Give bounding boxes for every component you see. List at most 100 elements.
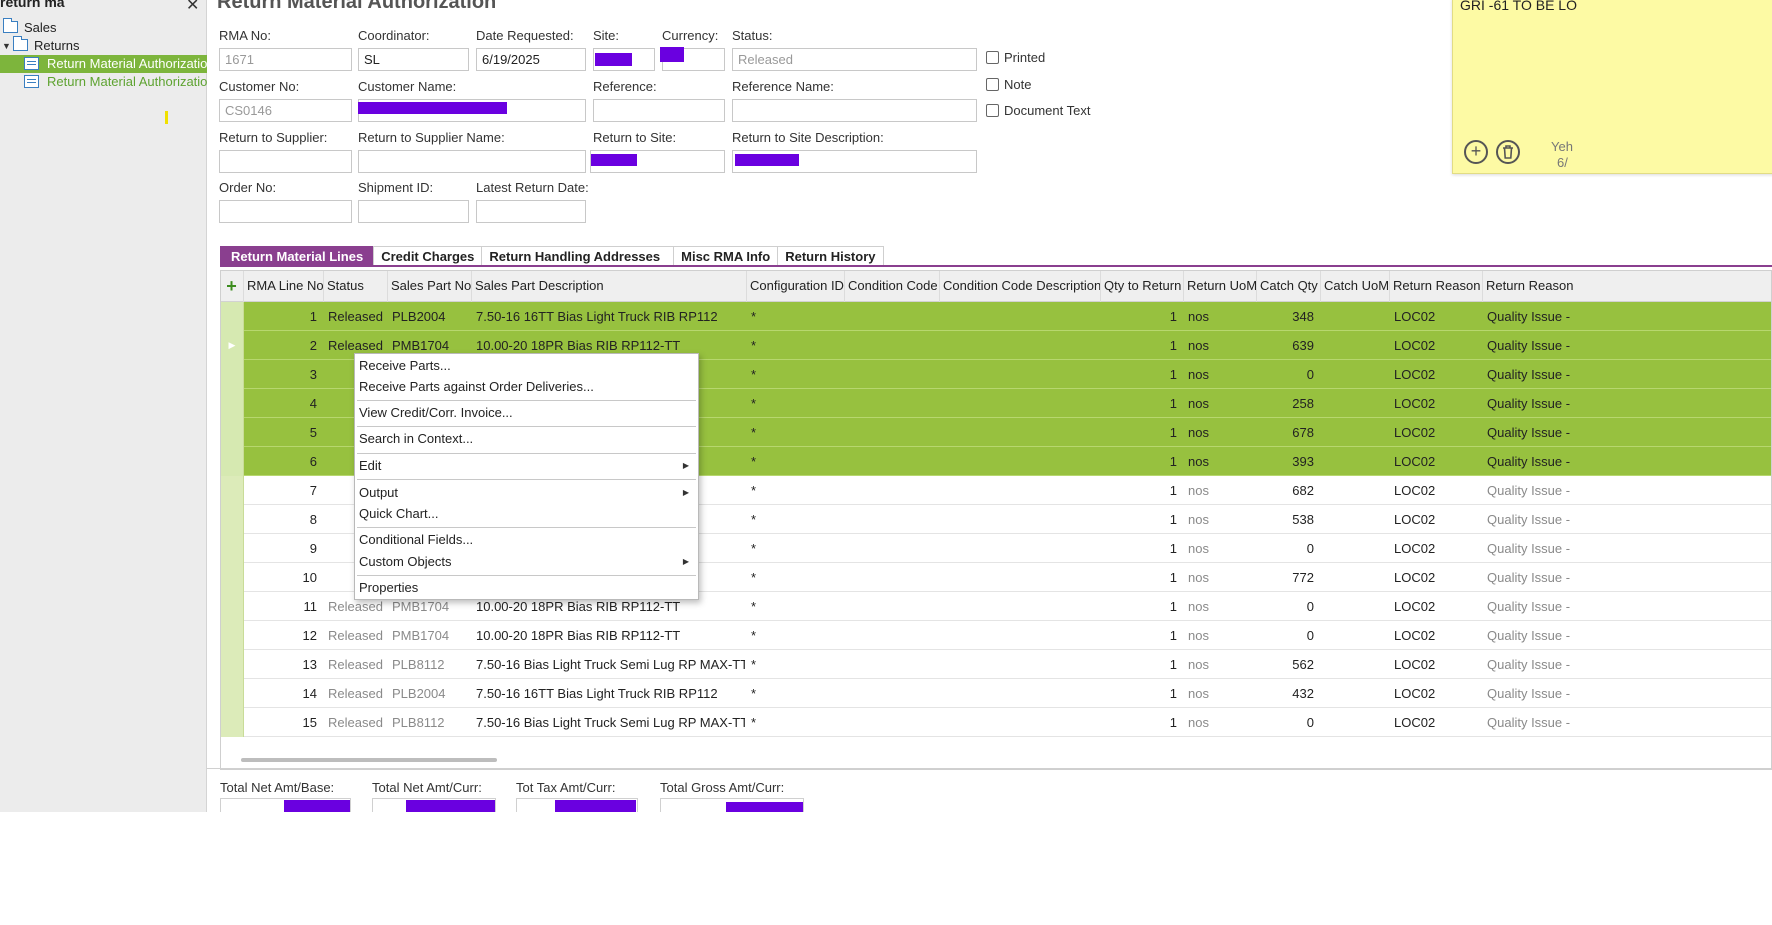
cell-qty-to-return: 1 xyxy=(1169,512,1177,527)
rma-no-field[interactable]: 1671 xyxy=(219,48,352,71)
reference-name-field[interactable] xyxy=(732,99,977,122)
menu-item-receive-parts[interactable]: Receive Parts... xyxy=(355,356,698,376)
tab-return-history[interactable]: Return History xyxy=(777,246,884,266)
cell-return-uom: nos xyxy=(1188,309,1209,324)
row-selector[interactable] xyxy=(221,708,244,737)
table-row[interactable]: 12 Released PMB1704 10.00-20 18PR Bias RIB … xyxy=(221,621,1771,650)
column-header-status[interactable]: Status xyxy=(324,271,388,302)
cell-configuration-id: * xyxy=(751,396,757,411)
menu-item-output[interactable]: Output ▶ xyxy=(355,483,698,503)
row-selector[interactable] xyxy=(221,650,244,679)
cell-rma-line-no: 7 xyxy=(309,483,317,498)
table-row[interactable]: 13 Released PLB8112 7.50-16 Bias Light Truc… xyxy=(221,650,1771,679)
tree-item-sales[interactable]: Sales xyxy=(3,18,57,37)
window-bottom-area xyxy=(0,812,1772,925)
row-selector[interactable] xyxy=(221,679,244,708)
table-row[interactable]: 1 Released PLB2004 7.50-16 16TT Bias Light … xyxy=(221,302,1771,331)
column-header-condition-code-description[interactable]: Condition Code Description xyxy=(940,271,1101,302)
cell-configuration-id: * xyxy=(751,454,757,469)
column-header-return-reason[interactable]: Return Reason xyxy=(1390,271,1483,302)
row-selector[interactable] xyxy=(221,389,244,418)
tree-item-rma-selected[interactable]: Return Material Authorization xyxy=(0,55,207,73)
menu-item-receive-parts-against-order-deliveries[interactable]: Receive Parts against Order Deliveries..… xyxy=(355,377,698,397)
delete-note-icon[interactable] xyxy=(1496,140,1520,164)
redaction-mark xyxy=(735,154,799,166)
horizontal-scrollbar[interactable] xyxy=(241,758,497,762)
add-note-icon[interactable]: + xyxy=(1464,140,1488,164)
row-selector[interactable] xyxy=(221,447,244,476)
column-header-return-uom[interactable]: Return UoM xyxy=(1184,271,1257,302)
column-header-qty-to-return[interactable]: Qty to Return xyxy=(1101,271,1184,302)
cell-return-uom: nos xyxy=(1188,570,1209,585)
caret-down-icon[interactable]: ▼ xyxy=(2,37,11,55)
menu-item-conditional-fields[interactable]: Conditional Fields... xyxy=(355,530,698,550)
column-header-configuration-id[interactable]: Configuration ID xyxy=(747,271,845,302)
printed-checkbox[interactable] xyxy=(986,51,999,64)
column-header-rma-line-no[interactable]: RMA Line No xyxy=(244,271,324,302)
menu-item-quick-chart[interactable]: Quick Chart... xyxy=(355,504,698,524)
cell-return-uom: nos xyxy=(1188,483,1209,498)
document-text-checkbox[interactable] xyxy=(986,104,999,117)
row-selector[interactable] xyxy=(221,476,244,505)
tab-credit-charges[interactable]: Credit Charges xyxy=(373,246,483,266)
row-selector[interactable] xyxy=(221,302,244,331)
column-header-catch-qty[interactable]: Catch Qty xyxy=(1257,271,1321,302)
menu-item-edit[interactable]: Edit ▶ xyxy=(355,456,698,476)
header-gutter: + xyxy=(221,271,244,302)
column-header-return-reason-description[interactable]: Return Reason xyxy=(1483,271,1771,302)
table-row[interactable]: 15 Released PLB8112 7.50-16 Bias Light Truc… xyxy=(221,708,1771,737)
column-header-catch-uom[interactable]: Catch UoM xyxy=(1321,271,1390,302)
shipment-id-field[interactable] xyxy=(358,200,469,223)
cell-return-uom: nos xyxy=(1188,686,1209,701)
tab-misc-rma-info[interactable]: Misc RMA Info xyxy=(673,246,779,266)
tab-return-material-lines[interactable]: Return Material Lines xyxy=(220,246,375,266)
menu-item-properties[interactable]: Properties xyxy=(355,578,698,598)
date-requested-field[interactable]: 6/19/2025 xyxy=(476,48,586,71)
column-header-sales-part-no[interactable]: Sales Part No xyxy=(388,271,472,302)
cell-return-reason: LOC02 xyxy=(1394,628,1436,643)
add-row-icon[interactable]: + xyxy=(223,277,240,295)
cell-return-uom: nos xyxy=(1188,599,1209,614)
cell-return-reason: LOC02 xyxy=(1394,715,1436,730)
customer-no-field[interactable]: CS0146 xyxy=(219,99,352,122)
navigator-search-text[interactable]: return ma xyxy=(0,0,65,10)
note-text: GRI -61 TO BE LO xyxy=(1460,0,1577,13)
menu-separator xyxy=(357,400,696,401)
row-selector[interactable] xyxy=(221,418,244,447)
return-to-supplier-name-field[interactable] xyxy=(358,150,586,173)
menu-item-search-in-context[interactable]: Search in Context... xyxy=(355,429,698,449)
current-row-indicator-icon[interactable]: ▶ xyxy=(221,331,244,360)
row-selector[interactable] xyxy=(221,360,244,389)
column-header-condition-code[interactable]: Condition Code xyxy=(845,271,940,302)
order-no-field[interactable] xyxy=(219,200,352,223)
return-to-site-description-label: Return to Site Description: xyxy=(732,130,884,145)
row-selector[interactable] xyxy=(221,563,244,592)
cell-return-reason-description: Quality Issue - xyxy=(1487,628,1571,643)
return-to-supplier-field[interactable] xyxy=(219,150,352,173)
cell-qty-to-return: 1 xyxy=(1169,425,1177,440)
latest-return-date-field[interactable] xyxy=(476,200,586,223)
coordinator-field[interactable]: SL xyxy=(358,48,469,71)
column-header-sales-part-description[interactable]: Sales Part Description xyxy=(472,271,747,302)
tab-return-handling-addresses[interactable]: Return Handling Addresses xyxy=(481,246,675,266)
tree-item-returns[interactable]: ▼ Returns xyxy=(0,36,80,55)
cell-return-reason: LOC02 xyxy=(1394,309,1436,324)
reference-field[interactable] xyxy=(593,99,725,122)
close-icon[interactable]: ✕ xyxy=(186,0,199,15)
tree-item-rma[interactable]: Return Material Authorization xyxy=(0,73,207,91)
cell-configuration-id: * xyxy=(751,483,757,498)
row-selector[interactable] xyxy=(221,621,244,650)
row-selector[interactable] xyxy=(221,505,244,534)
row-selector[interactable] xyxy=(221,534,244,563)
cell-return-uom: nos xyxy=(1188,396,1209,411)
cell-sales-part-description: 7.50-16 16TT Bias Light Truck RIB RP112 xyxy=(476,309,718,324)
menu-item-view-credit-invoice[interactable]: View Credit/Corr. Invoice... xyxy=(355,403,698,423)
sticky-note[interactable]: GRI -61 TO BE LO + Yeh 6/ xyxy=(1452,0,1772,174)
menu-item-custom-objects[interactable]: Custom Objects ▶ xyxy=(355,552,698,572)
row-selector[interactable] xyxy=(221,592,244,621)
table-row[interactable]: 14 Released PLB2004 7.50-16 16TT Bias Light… xyxy=(221,679,1771,708)
status-field[interactable]: Released xyxy=(732,48,977,71)
note-checkbox[interactable] xyxy=(986,78,999,91)
cell-return-reason: LOC02 xyxy=(1394,657,1436,672)
cell-return-reason-description: Quality Issue - xyxy=(1487,483,1571,498)
